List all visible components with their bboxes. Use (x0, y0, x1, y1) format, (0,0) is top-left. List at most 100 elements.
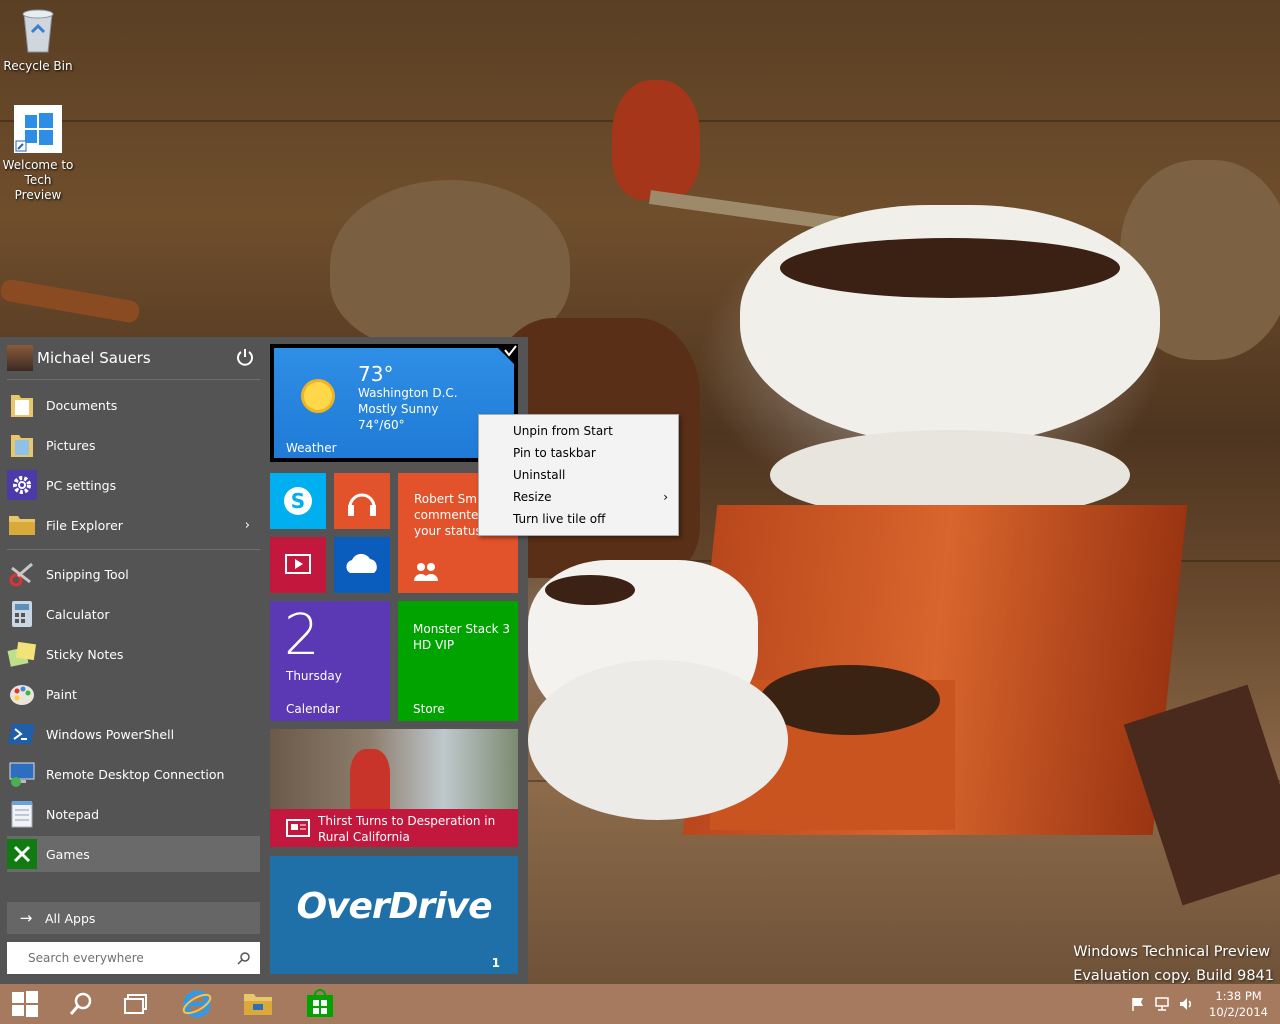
user-account[interactable]: Michael Sauers (7, 343, 262, 373)
flag-icon[interactable] (1130, 996, 1146, 1012)
menu-item-label: Resize (513, 490, 552, 504)
ground-coffee (760, 665, 940, 735)
tile-video[interactable] (270, 537, 326, 593)
start-item-label: Snipping Tool (46, 566, 129, 582)
start-menu: Michael Sauers Documents Pictures PC set… (0, 337, 528, 984)
people-text: Robert Smit commented your status. (414, 491, 486, 539)
skype-icon: S (284, 487, 312, 515)
wooden-spoon (0, 278, 141, 324)
start-item-documents[interactable]: Documents (7, 387, 260, 423)
notepad-icon (7, 799, 37, 829)
start-item-snipping-tool[interactable]: Snipping Tool (7, 556, 260, 592)
search-icon[interactable] (237, 951, 251, 965)
start-item-label: Remote Desktop Connection (46, 766, 225, 782)
start-button[interactable] (0, 984, 50, 1024)
palette-icon (7, 679, 37, 709)
menu-item-uninstall[interactable]: Uninstall (479, 464, 678, 486)
all-apps-button[interactable]: → All Apps (7, 902, 260, 934)
search-input[interactable]: Search everywhere (7, 951, 237, 965)
xbox-icon (7, 839, 37, 869)
tile-skype[interactable]: S (270, 473, 326, 529)
task-view-icon (124, 994, 147, 1014)
menu-item-live-tile[interactable]: Turn live tile off (479, 508, 678, 530)
user-name: Michael Sauers (37, 349, 151, 367)
desktop-icon-label: Welcome to Tech Preview (2, 158, 74, 202)
start-item-label: File Explorer (46, 517, 123, 533)
start-item-label: Notepad (46, 806, 100, 822)
tile-overdrive[interactable]: OverDrive 1 (270, 856, 518, 974)
store-text: Monster Stack 3 HD VIP (413, 621, 510, 653)
taskbar: 1:38 PM 10/2/2014 (0, 984, 1280, 1024)
arrow-right-icon: → (19, 909, 33, 927)
network-icon[interactable] (1154, 996, 1170, 1012)
start-item-pc-settings[interactable]: PC settings (7, 467, 260, 503)
desktop-icon-welcome[interactable]: Welcome to Tech Preview (0, 105, 76, 203)
desktop-icon-label: Recycle Bin (3, 59, 73, 73)
people-line: commented (414, 508, 487, 522)
store-line: HD VIP (413, 638, 455, 652)
file-explorer-icon (7, 510, 37, 540)
windows-logo-icon (12, 991, 38, 1017)
grinder-knob (612, 80, 700, 200)
start-item-notepad[interactable]: Notepad (7, 796, 260, 832)
build-watermark: Windows Technical Preview Evaluation cop… (1073, 940, 1274, 984)
taskbar-store[interactable] (295, 984, 345, 1024)
people-line: Robert Smit (414, 492, 485, 506)
start-item-remote-desktop[interactable]: Remote Desktop Connection (7, 756, 260, 792)
taskbar-internet-explorer[interactable] (172, 984, 222, 1024)
start-item-label: Pictures (46, 437, 96, 453)
start-item-label: PC settings (46, 477, 117, 493)
start-item-paint[interactable]: Paint (7, 676, 260, 712)
news-line: Rural California (318, 830, 410, 844)
sticky-notes-icon (7, 639, 37, 669)
chevron-right-icon: › (663, 490, 668, 504)
start-item-powershell[interactable]: Windows PowerShell (7, 716, 260, 752)
task-view-button[interactable] (112, 984, 162, 1024)
start-item-calculator[interactable]: Calculator (7, 596, 260, 632)
clock-time: 1:38 PM (1215, 989, 1262, 1003)
start-item-file-explorer[interactable]: File Explorer › (7, 507, 260, 543)
tile-news[interactable]: Thirst Turns to Desperation in Rural Cal… (270, 729, 518, 847)
clock-date: 10/2/2014 (1209, 1005, 1268, 1019)
system-clock[interactable]: 1:38 PM 10/2/2014 (1209, 988, 1268, 1020)
power-icon[interactable] (236, 348, 254, 366)
chocolate-bar (1123, 684, 1280, 906)
store-line: Monster Stack 3 (413, 622, 511, 636)
checkmark-icon (494, 344, 518, 368)
weather-range: 74°/60° (358, 418, 405, 432)
menu-item-resize[interactable]: Resize › (479, 486, 678, 508)
gear-icon (7, 470, 37, 500)
calculator-icon (7, 599, 37, 629)
desktop-icon-recycle-bin[interactable]: Recycle Bin (0, 6, 76, 73)
search-box[interactable]: Search everywhere (7, 942, 260, 974)
weather-temp: 73° (358, 362, 394, 386)
coffee (545, 575, 635, 605)
start-item-label: Games (46, 846, 90, 862)
saucer (528, 660, 788, 820)
start-item-sticky-notes[interactable]: Sticky Notes (7, 636, 260, 672)
start-item-games[interactable]: Games (7, 836, 260, 872)
menu-item-unpin[interactable]: Unpin from Start (479, 420, 678, 442)
menu-item-pin-taskbar[interactable]: Pin to taskbar (479, 442, 678, 464)
weather-condition: Mostly Sunny (358, 402, 439, 416)
powershell-icon (7, 719, 37, 749)
newspaper-icon (286, 819, 310, 837)
tile-context-menu: Unpin from Start Pin to taskbar Uninstal… (478, 414, 679, 536)
taskbar-search-button[interactable] (56, 984, 106, 1024)
start-item-label: Windows PowerShell (46, 726, 175, 742)
chevron-right-icon[interactable]: › (245, 518, 250, 533)
news-headline: Thirst Turns to Desperation in Rural Cal… (318, 813, 495, 845)
volume-icon[interactable] (1178, 996, 1194, 1012)
taskbar-file-explorer[interactable] (233, 984, 283, 1024)
tile-onedrive[interactable] (334, 537, 390, 593)
tile-store[interactable]: Monster Stack 3 HD VIP Store (398, 601, 518, 721)
tile-music[interactable] (334, 473, 390, 529)
store-icon (307, 989, 333, 1017)
tile-label: Store (413, 702, 445, 716)
start-item-pictures[interactable]: Pictures (7, 427, 260, 463)
tile-calendar[interactable]: 2 Thursday Calendar (270, 601, 390, 721)
divider (7, 379, 260, 380)
news-line: Thirst Turns to Desperation in (318, 814, 496, 828)
calendar-day: 2 (284, 603, 320, 668)
all-apps-label: All Apps (45, 910, 96, 926)
